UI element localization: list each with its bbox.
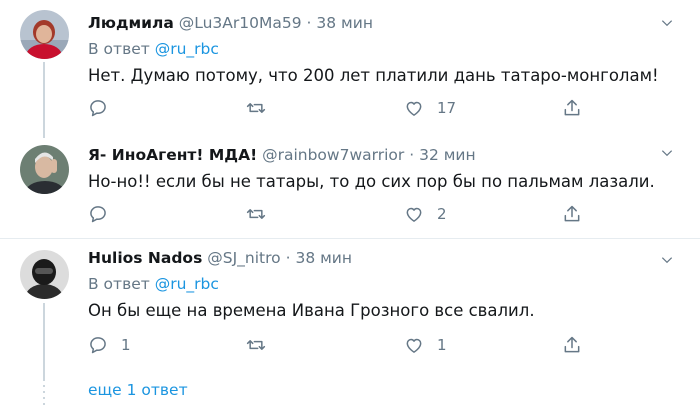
retweet-icon xyxy=(246,209,266,219)
like-button[interactable]: 1 xyxy=(404,334,447,356)
reply-context: В ответ @ru_rbc xyxy=(88,40,219,58)
tweet-header: Hulios Nados @SJ_nitro · 38 мин xyxy=(88,249,352,267)
retweet-button[interactable] xyxy=(246,97,279,119)
share-icon xyxy=(564,336,580,353)
share-button[interactable] xyxy=(562,334,582,356)
chevron-down-icon[interactable] xyxy=(656,12,678,34)
share-icon xyxy=(564,99,580,116)
chevron-down-icon[interactable] xyxy=(656,142,678,164)
tweet-text: Нет. Думаю потому, что 200 лет платили д… xyxy=(88,66,659,85)
dot-separator: · xyxy=(409,146,415,164)
tweet-2[interactable]: Я- ИноАгент! МДА! @rainbow7warrior · 32 … xyxy=(0,140,700,236)
tweet-actions: 17 xyxy=(88,97,588,119)
avatar[interactable] xyxy=(20,250,69,299)
like-icon xyxy=(406,338,422,353)
timestamp[interactable]: 38 мин xyxy=(316,14,373,32)
avatar[interactable] xyxy=(20,10,69,59)
like-count: 1 xyxy=(437,336,447,354)
tweet-actions: 1 1 xyxy=(88,334,588,356)
timestamp[interactable]: 32 мин xyxy=(419,146,476,164)
author-name[interactable]: Hulios Nados xyxy=(88,249,202,267)
reply-mention[interactable]: @ru_rbc xyxy=(155,275,219,293)
author-handle[interactable]: @Lu3Ar10Ma59 xyxy=(179,14,302,32)
retweet-button[interactable] xyxy=(246,334,279,356)
retweet-icon xyxy=(246,340,266,350)
tweet-3[interactable]: Hulios Nados @SJ_nitro · 38 мин В ответ … xyxy=(0,239,700,379)
author-name[interactable]: Людмила xyxy=(88,14,174,32)
reply-button[interactable] xyxy=(88,97,121,119)
reply-button[interactable] xyxy=(88,203,121,225)
dot-separator: · xyxy=(285,249,291,267)
thread-line xyxy=(43,303,45,379)
reply-prefix: В ответ xyxy=(88,275,150,293)
reply-icon xyxy=(90,100,106,117)
like-button[interactable]: 17 xyxy=(404,97,456,119)
retweet-button[interactable] xyxy=(246,203,279,225)
reply-count: 1 xyxy=(121,336,131,354)
reply-context: В ответ @ru_rbc xyxy=(88,275,219,293)
author-handle[interactable]: @SJ_nitro xyxy=(207,249,280,267)
tweet-text: Но-но!! если бы не татары, то до сих пор… xyxy=(88,172,655,191)
share-button[interactable] xyxy=(562,203,582,225)
tweet-actions: 2 xyxy=(88,203,588,225)
dot-separator: · xyxy=(306,14,312,32)
more-dots xyxy=(43,379,45,407)
retweet-icon xyxy=(246,103,266,113)
author-handle[interactable]: @rainbow7warrior xyxy=(262,146,404,164)
timestamp[interactable]: 38 мин xyxy=(295,249,352,267)
show-more-replies-link[interactable]: еще 1 ответ xyxy=(88,381,188,399)
share-icon xyxy=(564,205,580,222)
tweet-header: Я- ИноАгент! МДА! @rainbow7warrior · 32 … xyxy=(88,146,476,164)
avatar[interactable] xyxy=(20,145,69,194)
reply-mention[interactable]: @ru_rbc xyxy=(155,40,219,58)
tweet-1[interactable]: Людмила @Lu3Ar10Ma59 · 38 мин В ответ @r… xyxy=(0,0,700,140)
like-button[interactable]: 2 xyxy=(404,203,447,225)
reply-icon xyxy=(90,206,106,223)
like-icon xyxy=(406,101,422,116)
like-icon xyxy=(406,207,422,222)
thread-line xyxy=(43,62,45,138)
share-button[interactable] xyxy=(562,97,582,119)
tweet-text: Он бы еще на времена Ивана Грозного все … xyxy=(88,301,535,320)
author-name[interactable]: Я- ИноАгент! МДА! xyxy=(88,146,257,164)
tweet-header: Людмила @Lu3Ar10Ma59 · 38 мин xyxy=(88,14,373,32)
chevron-down-icon[interactable] xyxy=(656,249,678,271)
like-count: 2 xyxy=(437,205,447,223)
reply-prefix: В ответ xyxy=(88,40,150,58)
reply-icon xyxy=(90,337,106,354)
like-count: 17 xyxy=(437,99,457,117)
reply-button[interactable]: 1 xyxy=(88,334,131,356)
